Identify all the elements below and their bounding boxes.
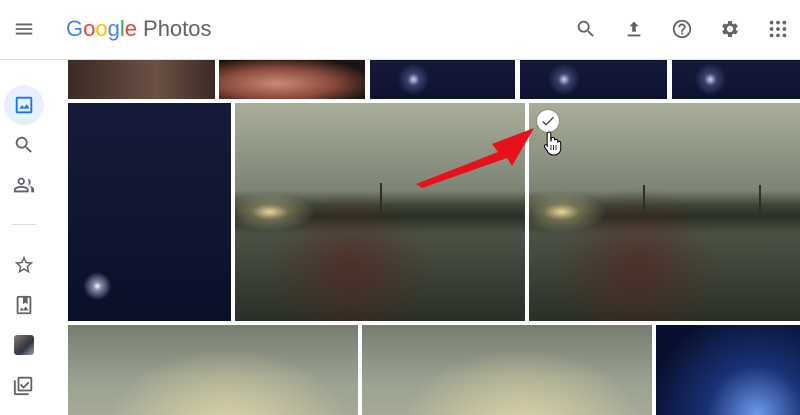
logo-letter: g — [107, 16, 120, 41]
checklist-icon — [13, 376, 33, 396]
pylon — [380, 183, 382, 211]
settings-icon — [722, 21, 738, 37]
logo-letter: o — [95, 16, 108, 41]
help-button[interactable] — [664, 11, 700, 47]
top-bar: Google Photos — [0, 0, 800, 60]
menu-icon — [15, 23, 33, 35]
sidebar-item-utilities[interactable] — [4, 365, 44, 405]
apps-button[interactable] — [760, 11, 796, 47]
apps-grid-icon — [769, 20, 787, 38]
logo-letter: G — [66, 16, 84, 41]
search-button[interactable] — [568, 11, 604, 47]
arrow-shape — [416, 128, 534, 188]
sidebar-item-utilities-thumb[interactable] — [4, 325, 44, 365]
photo-thumbnail[interactable] — [68, 60, 215, 99]
settings-button[interactable] — [712, 11, 748, 47]
photo-thumbnail[interactable] — [219, 60, 365, 99]
star-icon — [14, 255, 34, 274]
logo-letter: e — [124, 16, 138, 41]
photo-grid — [48, 60, 800, 415]
sidebar — [0, 60, 48, 415]
photo-thumbnail[interactable] — [370, 60, 515, 99]
search-icon — [577, 20, 594, 37]
avatar — [14, 335, 34, 355]
photo-thumbnail[interactable] — [656, 325, 800, 415]
search-icon — [15, 136, 32, 153]
photo-thumbnail[interactable] — [672, 60, 800, 99]
sidebar-item-favorites[interactable] — [4, 245, 44, 285]
pylon — [643, 185, 645, 211]
pylon — [759, 185, 761, 211]
photo-thumbnail[interactable] — [68, 103, 231, 321]
logo-letter: o — [83, 16, 96, 41]
upload-button[interactable] — [616, 11, 652, 47]
product-name: Photos — [143, 16, 212, 41]
hand-cursor-icon — [543, 131, 562, 156]
sidebar-item-explore[interactable] — [4, 125, 44, 165]
sidebar-item-photos[interactable] — [4, 85, 44, 125]
photo-thumbnail[interactable] — [520, 60, 667, 99]
upload-icon — [627, 21, 641, 37]
photo-thumbnail[interactable] — [362, 325, 652, 415]
main-menu-button[interactable] — [6, 11, 42, 47]
album-icon — [16, 295, 32, 315]
sidebar-item-albums[interactable] — [4, 285, 44, 325]
checkmark-icon — [542, 116, 554, 126]
people-icon — [13, 177, 35, 193]
lake-photo-2[interactable] — [529, 103, 800, 321]
sidebar-item-sharing[interactable] — [4, 165, 44, 205]
sidebar-divider — [12, 224, 36, 225]
photo-icon — [15, 96, 33, 114]
help-icon — [672, 19, 692, 39]
photo-thumbnail[interactable] — [68, 325, 358, 415]
app-logo[interactable]: Google Photos — [66, 16, 212, 42]
annotation-arrow — [416, 128, 534, 188]
